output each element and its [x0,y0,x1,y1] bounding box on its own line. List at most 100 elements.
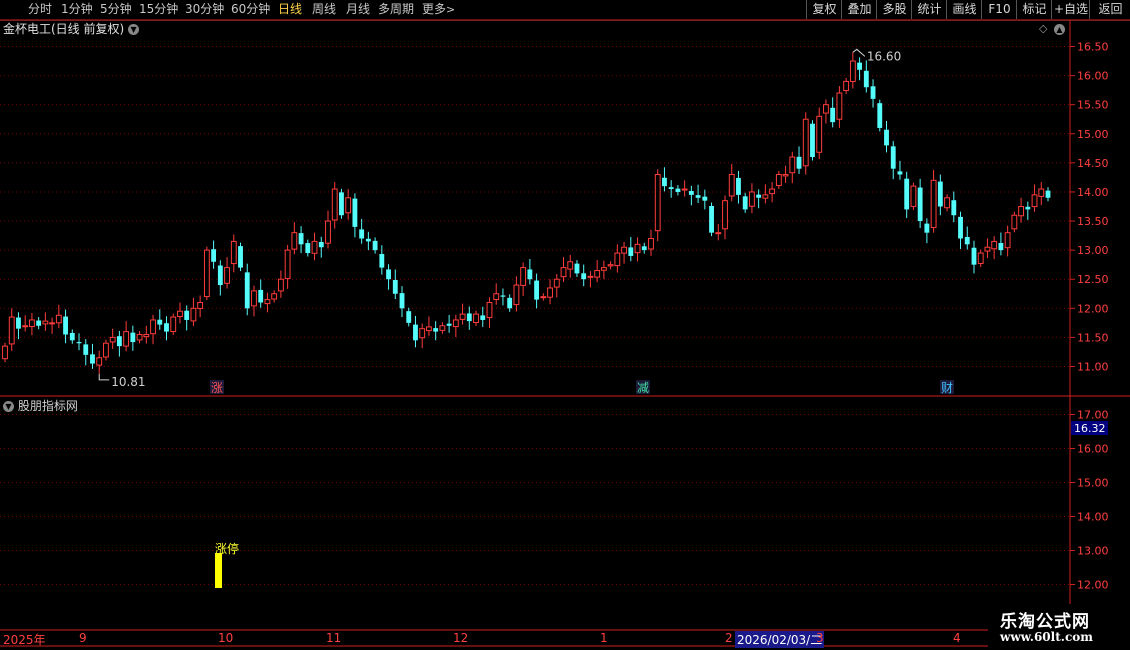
y-tick-label: 16.00 [1077,70,1109,83]
candle-body [951,200,957,216]
candle-body [736,177,741,195]
candle-body [742,196,748,210]
candle-body [406,311,412,323]
y-tick-label: 13.50 [1077,215,1109,228]
indicator-y-tick-label: 13.00 [1077,545,1109,558]
candle-body [877,103,883,128]
candle-body [749,191,755,207]
candle-body [258,289,264,303]
candle-body [197,302,204,309]
candle-body [96,357,103,366]
y-tick-label: 14.00 [1077,186,1109,199]
candle-body [587,275,594,278]
watermark-url: www.60lt.com [1000,630,1093,644]
candle-body [668,187,674,190]
candle-body [641,246,647,251]
candle-body [69,332,75,341]
candle-body [971,247,977,265]
candle-body [277,278,284,292]
candle-body [311,240,318,254]
candle-body [762,194,769,199]
high-price-label: 16.60 [867,49,901,63]
candle-body [446,323,452,326]
candle-body [688,191,694,195]
candle-body [775,174,782,186]
y-tick-label: 12.00 [1077,302,1109,315]
signal-label: 涨停 [215,541,239,556]
event-marker: 涨 [211,380,223,395]
candle-body [910,185,917,207]
candle-body [614,252,621,267]
x-axis-label: 2026/02/03/二 [735,631,825,648]
indicator-y-tick-label: 14.00 [1077,511,1109,524]
candle-body [662,177,667,187]
candle-body [433,328,439,332]
candle-body [480,315,486,320]
x-axis-label: 1 [600,631,608,645]
candle-body [419,328,426,339]
x-axis-label: 12 [453,631,469,645]
candle-body [567,261,574,270]
candle-body [55,314,62,324]
candle-body [83,344,89,355]
candle-body [849,60,856,82]
candle-body [203,249,210,298]
high-marker-line [852,48,866,57]
indicator-y-tick-label: 17.00 [1077,409,1109,422]
candle-body [991,240,998,250]
candle-body [607,264,614,267]
candle-body [103,342,109,358]
chart-canvas[interactable]: 16.50 16.00 15.50 15.00 14.50 14.00 13.50 13.00… [0,0,1130,650]
current-value-label: 16.32 [1074,422,1106,435]
candle-body [170,316,177,333]
candle-body [695,195,701,198]
candle-body [560,267,567,278]
candle-body [157,319,163,325]
candle-body [843,80,850,91]
candle-body [964,236,970,245]
candle-body [345,197,352,214]
y-tick-label: 11.50 [1077,331,1109,344]
y-tick-label: 12.50 [1077,273,1109,286]
candle-body [493,293,500,301]
candle-body [1025,206,1031,210]
low-marker-line [98,373,110,381]
candle-body [513,284,520,306]
candle-body [904,178,910,210]
candle-body [863,70,869,88]
x-axis-label: 4 [953,631,961,645]
candle-body [634,243,641,254]
candle-body [890,146,896,169]
candle-body [143,334,150,338]
candle-body [527,269,533,280]
candle-body [789,156,796,174]
candle-body [271,293,278,300]
candle-body [958,216,963,239]
candle-body [756,194,762,198]
candle-body [836,92,843,120]
candle-body [325,220,331,244]
candle-body [466,313,472,322]
low-price-label: 10.81 [111,375,145,389]
candle-body [1038,188,1045,197]
candle-body [217,265,223,286]
candle-body [224,267,230,284]
candle-body [782,174,789,177]
candle-body [553,278,560,288]
candle-body [184,310,190,320]
candle-body [42,320,49,325]
candle-body [500,295,506,297]
event-marker: 减 [637,381,649,395]
candle-body [857,62,863,70]
candle-body [339,192,344,216]
y-tick-label: 11.00 [1077,361,1109,374]
candle-body [937,181,943,207]
candle-body [359,229,365,239]
candle-body [372,240,378,251]
x-axis-label: 3 [816,631,824,645]
candle-body [8,316,15,345]
y-tick-label: 15.50 [1077,99,1109,112]
candle-body [1018,206,1025,217]
candle-body [1011,214,1018,230]
candle-body [681,188,688,191]
